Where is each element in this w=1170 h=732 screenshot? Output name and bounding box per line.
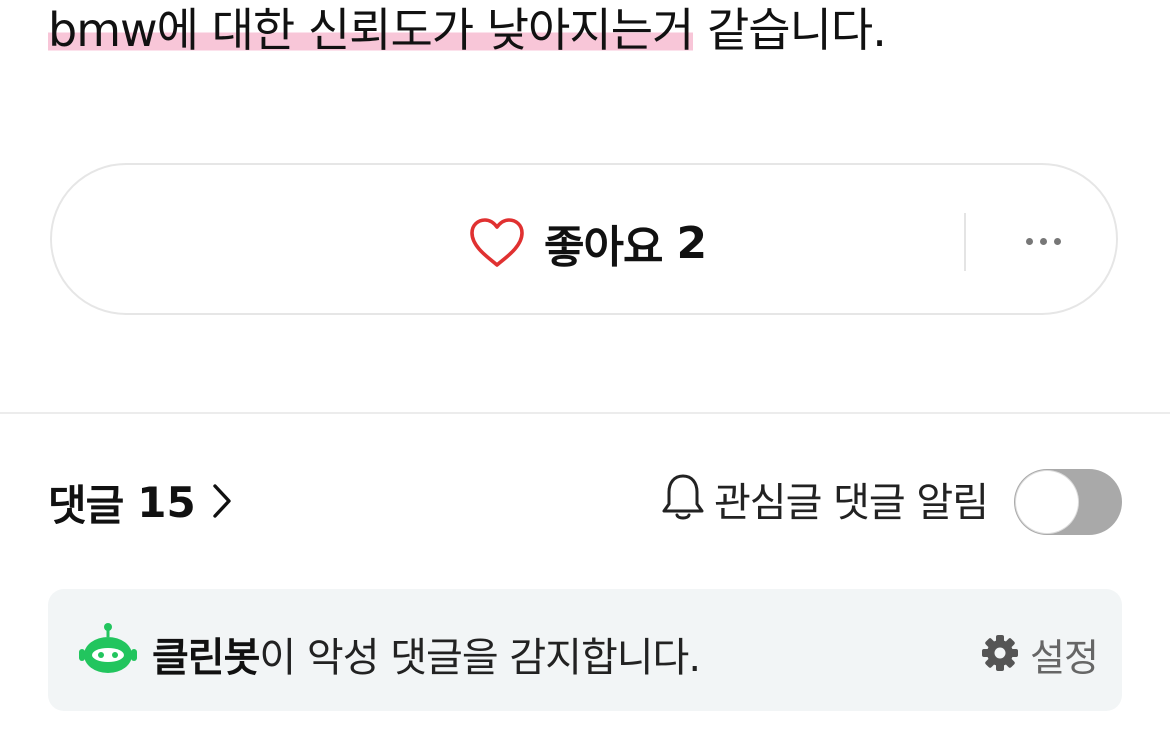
- reaction-bar: 좋아요 2: [50, 163, 1118, 315]
- heart-outline-icon: [468, 217, 526, 269]
- cleanbot-message-text: 이 악성 댓글을 감지합니다.: [259, 635, 701, 681]
- like-count: 2: [676, 217, 708, 269]
- comments-header-link[interactable]: 댓글 15: [48, 472, 234, 533]
- more-horizontal-icon: [1025, 237, 1033, 245]
- highlighted-text: bmw에 대한 신뢰도가 낮아지는거: [48, 3, 694, 57]
- section-divider: [0, 412, 1170, 414]
- notify-toggle[interactable]: [1014, 469, 1122, 535]
- cleanbot-robot-icon: [78, 623, 138, 681]
- notify-label: 관심글 댓글 알림: [714, 480, 989, 526]
- post-body-text: bmw에 대한 신뢰도가 낮아지는거 같습니다.: [48, 2, 887, 58]
- like-button[interactable]: 좋아요 2: [468, 215, 708, 273]
- post-text-rest: 같습니다.: [693, 3, 887, 57]
- cleanbot-message: 클린봇이 악성 댓글을 감지합니다.: [152, 625, 701, 683]
- cleanbot-settings-label: 설정: [1030, 636, 1099, 680]
- gear-icon: [980, 633, 1020, 677]
- bell-icon: [660, 471, 706, 527]
- vertical-divider: [964, 213, 966, 271]
- comments-label: 댓글: [48, 481, 124, 530]
- more-options-button[interactable]: [1012, 221, 1074, 261]
- chevron-right-icon: [210, 481, 234, 525]
- cleanbot-name: 클린봇: [152, 635, 260, 681]
- cleanbot-banner: 클린봇이 악성 댓글을 감지합니다. 설정: [48, 589, 1122, 711]
- comment-notification-setting: 관심글 댓글 알림: [660, 470, 989, 528]
- comments-count: 15: [137, 478, 196, 527]
- cleanbot-settings-button[interactable]: 설정: [980, 627, 1099, 682]
- like-label: 좋아요: [544, 222, 663, 273]
- toggle-knob: [1016, 471, 1078, 533]
